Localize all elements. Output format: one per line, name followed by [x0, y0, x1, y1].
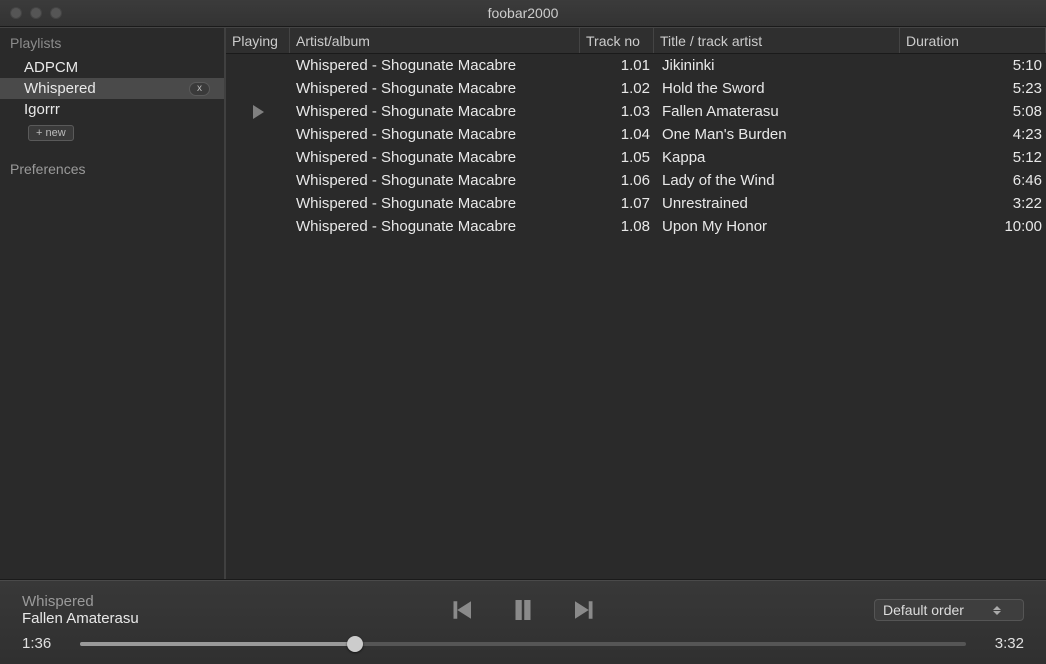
trackno-cell: 1.02 [580, 80, 654, 97]
seek-knob-icon[interactable] [347, 636, 363, 652]
title-cell: Lady of the Wind [654, 172, 900, 189]
artist-cell: Whispered - Shogunate Macabre [290, 195, 580, 212]
duration-cell: 5:23 [900, 80, 1046, 97]
trackno-cell: 1.04 [580, 126, 654, 143]
artist-cell: Whispered - Shogunate Macabre [290, 172, 580, 189]
trackno-cell: 1.05 [580, 149, 654, 166]
col-artist[interactable]: Artist/album [290, 28, 580, 53]
table-row[interactable]: Whispered - Shogunate Macabre1.08Upon My… [226, 215, 1046, 238]
title-cell: Jikininki [654, 57, 900, 74]
main-area: Playlists ADPCM Whispered x Igorrr + new… [0, 27, 1046, 580]
close-playlist-icon[interactable]: x [189, 82, 210, 96]
trackno-cell: 1.03 [580, 103, 654, 120]
duration-cell: 10:00 [900, 218, 1046, 235]
table-row[interactable]: Whispered - Shogunate Macabre1.03Fallen … [226, 100, 1046, 123]
title-cell: Upon My Honor [654, 218, 900, 235]
pause-button[interactable] [505, 592, 541, 628]
duration-cell: 4:23 [900, 126, 1046, 143]
duration-cell: 6:46 [900, 172, 1046, 189]
now-playing-title: Fallen Amaterasu [22, 610, 443, 627]
seek-fill [80, 642, 355, 646]
elapsed-time: 1:36 [22, 635, 62, 652]
remaining-time: 3:32 [984, 635, 1024, 652]
zoom-window-icon[interactable] [50, 7, 62, 19]
duration-cell: 5:10 [900, 57, 1046, 74]
col-trackno[interactable]: Track no [580, 28, 654, 53]
artist-cell: Whispered - Shogunate Macabre [290, 57, 580, 74]
title-cell: One Man's Burden [654, 126, 900, 143]
sidebar: Playlists ADPCM Whispered x Igorrr + new… [0, 28, 226, 579]
table-row[interactable]: Whispered - Shogunate Macabre1.02Hold th… [226, 77, 1046, 100]
window-titlebar: foobar2000 [0, 0, 1046, 27]
playback-controls [443, 592, 603, 628]
duration-cell: 5:12 [900, 149, 1046, 166]
artist-cell: Whispered - Shogunate Macabre [290, 218, 580, 235]
trackno-cell: 1.01 [580, 57, 654, 74]
next-track-button[interactable] [567, 592, 603, 628]
col-duration[interactable]: Duration [900, 28, 1046, 53]
col-playing[interactable]: Playing [226, 28, 290, 53]
new-playlist-button[interactable]: + new [28, 125, 74, 141]
seek-slider[interactable] [80, 638, 966, 650]
window-title: foobar2000 [0, 5, 1046, 21]
table-row[interactable]: Whispered - Shogunate Macabre1.06Lady of… [226, 169, 1046, 192]
trackno-cell: 1.06 [580, 172, 654, 189]
duration-cell: 5:08 [900, 103, 1046, 120]
now-playing: Whispered Fallen Amaterasu [22, 593, 443, 627]
table-row[interactable]: Whispered - Shogunate Macabre1.01Jikinin… [226, 54, 1046, 77]
sidebar-item-label: Whispered [24, 80, 96, 97]
sidebar-item-igorrr[interactable]: Igorrr [0, 99, 224, 120]
table-row[interactable]: Whispered - Shogunate Macabre1.05Kappa5:… [226, 146, 1046, 169]
skip-previous-icon [446, 595, 476, 625]
table-header: Playing Artist/album Track no Title / tr… [226, 28, 1046, 54]
progress-row: 1:36 3:32 [22, 635, 1024, 652]
sidebar-item-label: ADPCM [24, 59, 78, 76]
title-cell: Kappa [654, 149, 900, 166]
artist-cell: Whispered - Shogunate Macabre [290, 126, 580, 143]
skip-next-icon [570, 595, 600, 625]
traffic-lights [10, 7, 62, 19]
artist-cell: Whispered - Shogunate Macabre [290, 103, 580, 120]
title-cell: Fallen Amaterasu [654, 103, 900, 120]
play-indicator-icon [253, 105, 264, 119]
sidebar-item-whispered[interactable]: Whispered x [0, 78, 224, 99]
artist-cell: Whispered - Shogunate Macabre [290, 80, 580, 97]
previous-track-button[interactable] [443, 592, 479, 628]
playing-cell [226, 105, 290, 119]
now-playing-artist: Whispered [22, 593, 443, 610]
sidebar-item-label: Igorrr [24, 101, 60, 118]
minimize-window-icon[interactable] [30, 7, 42, 19]
stepper-icon [991, 606, 1003, 615]
artist-cell: Whispered - Shogunate Macabre [290, 149, 580, 166]
title-cell: Hold the Sword [654, 80, 900, 97]
table-body: Whispered - Shogunate Macabre1.01Jikinin… [226, 54, 1046, 579]
title-cell: Unrestrained [654, 195, 900, 212]
duration-cell: 3:22 [900, 195, 1046, 212]
table-row[interactable]: Whispered - Shogunate Macabre1.07Unrestr… [226, 192, 1046, 215]
col-title[interactable]: Title / track artist [654, 28, 900, 53]
trackno-cell: 1.07 [580, 195, 654, 212]
track-table: Playing Artist/album Track no Title / tr… [226, 28, 1046, 579]
table-row[interactable]: Whispered - Shogunate Macabre1.04One Man… [226, 123, 1046, 146]
bottom-bar: Whispered Fallen Amaterasu Default order… [0, 580, 1046, 664]
sidebar-item-adpcm[interactable]: ADPCM [0, 57, 224, 78]
trackno-cell: 1.08 [580, 218, 654, 235]
close-window-icon[interactable] [10, 7, 22, 19]
playlists-heading: Playlists [0, 28, 224, 57]
pause-icon [508, 595, 538, 625]
playback-order-label: Default order [883, 602, 964, 618]
preferences-link[interactable]: Preferences [0, 141, 224, 183]
playback-order-select[interactable]: Default order [874, 599, 1024, 621]
